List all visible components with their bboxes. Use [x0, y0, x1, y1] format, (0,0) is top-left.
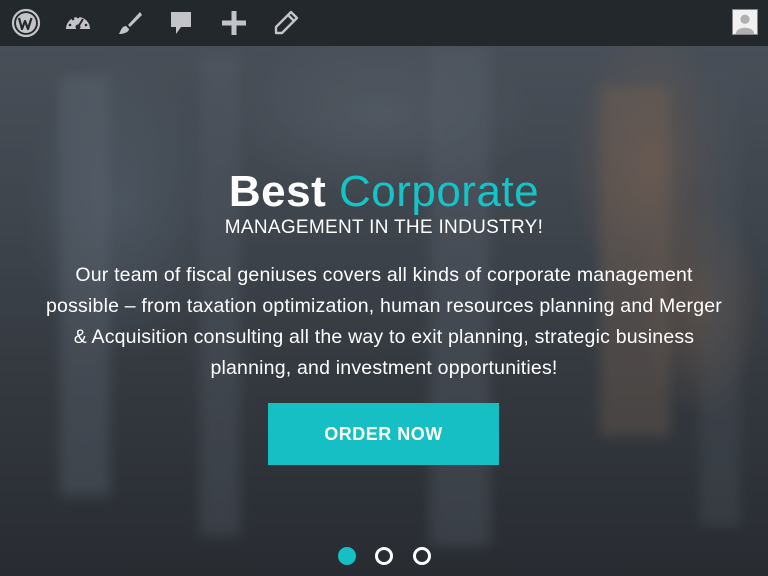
slider-dot-3[interactable] — [413, 547, 431, 565]
plus-icon[interactable] — [218, 7, 250, 39]
slider-pagination — [338, 547, 438, 565]
headline-accent: Corporate — [338, 167, 540, 216]
hero-headline: Best Corporate — [0, 166, 768, 218]
hero-slider: Best Corporate MANAGEMENT IN THE INDUSTR… — [0, 46, 768, 576]
pencil-icon[interactable] — [270, 7, 302, 39]
headline-bold: Best — [228, 167, 327, 216]
hero-description: Our team of fiscal geniuses covers all k… — [46, 264, 722, 379]
brush-icon[interactable] — [114, 7, 146, 39]
comment-icon[interactable] — [165, 7, 197, 39]
admin-bar — [0, 0, 768, 46]
dashboard-icon[interactable] — [62, 7, 94, 39]
slider-dot-2[interactable] — [375, 547, 393, 565]
wordpress-logo-icon[interactable] — [10, 7, 42, 39]
order-now-button[interactable]: ORDER NOW — [268, 403, 499, 465]
hero-subhead: MANAGEMENT IN THE INDUSTRY! — [224, 217, 544, 238]
avatar[interactable] — [732, 9, 758, 35]
slider-dot-1[interactable] — [338, 547, 356, 565]
